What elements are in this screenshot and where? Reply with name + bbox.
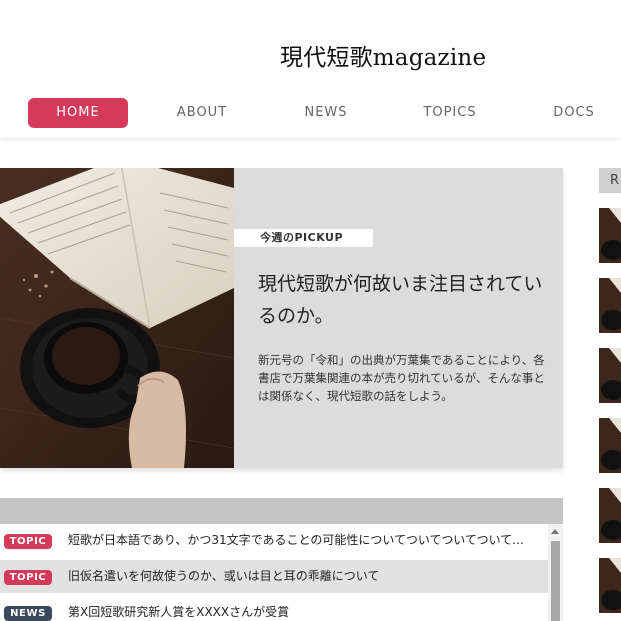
scroll-thumb[interactable] <box>551 541 560 621</box>
sidebar-thumbnail[interactable] <box>599 488 621 543</box>
news-header-bar <box>0 498 563 524</box>
site-title[interactable]: 現代短歌magazine <box>280 38 486 72</box>
sidebar-thumbnail[interactable] <box>599 348 621 403</box>
pickup-title[interactable]: 現代短歌が何故いま注目されているのか。 <box>258 268 548 332</box>
pickup-card[interactable]: 今週のPICKUP 現代短歌が何故いま注目されているのか。 新元号の「令和」の出… <box>0 168 563 468</box>
sidebar-thumbnail[interactable] <box>599 558 621 613</box>
nav-item-about[interactable]: ABOUT <box>152 98 252 128</box>
nav-item-docs[interactable]: DOCS <box>524 98 621 128</box>
site-header: 現代短歌magazine HOME ABOUT NEWS TOPICS DOCS <box>0 0 621 138</box>
news-item[interactable]: TOPIC 旧仮名遣いを何故使うのか、或いは目と耳の乖離について <box>0 560 548 593</box>
main-nav: HOME ABOUT NEWS TOPICS DOCS <box>0 98 621 128</box>
news-tag: TOPIC <box>4 570 52 585</box>
news-scrollbar[interactable] <box>548 524 563 621</box>
news-item-title[interactable]: 旧仮名遣いを何故使うのか、或いは目と耳の乖離について <box>68 568 530 585</box>
news-list: TOPIC 短歌が日本語であり、かつ31文字であることの可能性についてついてつい… <box>0 524 548 621</box>
scroll-up-icon[interactable] <box>551 529 559 534</box>
sidebar-thumbnail[interactable] <box>599 418 621 473</box>
pickup-badge: 今週のPICKUP <box>234 229 373 247</box>
nav-item-home[interactable]: HOME <box>28 98 128 128</box>
news-item[interactable]: NEWS 第X回短歌研究新人賞をXXXXさんが受賞 <box>0 596 548 621</box>
news-item[interactable]: TOPIC 短歌が日本語であり、かつ31文字であることの可能性についてついてつい… <box>0 524 548 557</box>
sidebar-thumbnail[interactable] <box>599 278 621 333</box>
nav-item-topics[interactable]: TOPICS <box>400 98 500 128</box>
pickup-photo[interactable] <box>0 168 234 468</box>
news-tag: TOPIC <box>4 534 52 549</box>
sidebar-thumbnail[interactable] <box>599 208 621 263</box>
nav-item-news[interactable]: NEWS <box>276 98 376 128</box>
news-item-title[interactable]: 短歌が日本語であり、かつ31文字であることの可能性についてついてついてついてつい… <box>68 532 530 549</box>
pickup-description: 新元号の「令和」の出典が万葉集であることにより、各書店で万葉集関連の本が売り切れ… <box>258 353 545 403</box>
sidebar-heading: R <box>599 168 621 193</box>
news-tag: NEWS <box>4 606 52 621</box>
news-item-title[interactable]: 第X回短歌研究新人賞をXXXXさんが受賞 <box>68 604 530 621</box>
